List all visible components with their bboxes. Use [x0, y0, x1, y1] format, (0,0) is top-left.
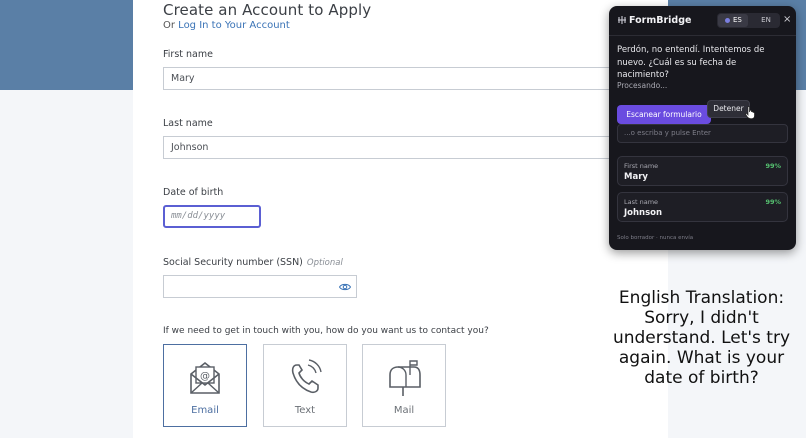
- page-background-left: [0, 90, 133, 438]
- contact-question: If we need to get in touch with you, how…: [163, 326, 489, 336]
- page-title: Create an Account to Apply: [163, 1, 372, 19]
- contact-option-text[interactable]: Text: [263, 344, 347, 427]
- last-name-input[interactable]: Johnson: [163, 136, 623, 159]
- login-link[interactable]: Log In to Your Account: [178, 20, 290, 31]
- language-en-button[interactable]: EN: [755, 14, 777, 27]
- detected-field-card: First name Mary 99%: [617, 156, 788, 186]
- first-name-input[interactable]: Mary: [163, 67, 623, 90]
- formbridge-logo-icon: [618, 16, 626, 24]
- detected-field-value: Mary: [624, 172, 648, 182]
- contact-option-label: Text: [294, 405, 316, 416]
- contact-option-email[interactable]: @ Email: [163, 344, 247, 427]
- detected-field-label: Last name: [624, 198, 659, 206]
- contact-option-label: Email: [191, 405, 219, 416]
- status-text: Procesando...: [617, 81, 668, 90]
- confidence-badge: 99%: [765, 162, 781, 170]
- detected-field-card: Last name Johnson 99%: [617, 192, 788, 222]
- formbridge-title: FormBridge: [629, 15, 692, 26]
- assistant-message: Perdón, no entendí. Intentemos de nuevo.…: [617, 45, 765, 80]
- hand-cursor-icon: [745, 106, 755, 119]
- ssn-input[interactable]: [163, 275, 357, 298]
- confidence-badge: 99%: [765, 198, 781, 206]
- stop-button[interactable]: Detener: [707, 100, 750, 118]
- background-band-left: [0, 0, 133, 90]
- contact-option-mail[interactable]: Mail: [362, 344, 446, 427]
- language-toggle: ES EN: [717, 13, 780, 28]
- optional-tag: Optional: [306, 258, 343, 268]
- ssn-label-text: Social Security number (SSN): [163, 257, 303, 268]
- last-name-label: Last name: [163, 118, 213, 129]
- eye-icon[interactable]: [339, 281, 351, 293]
- panel-footer: Solo borrador · nunca envía: [617, 235, 694, 241]
- formbridge-panel: FormBridge ES EN × Perdón, no entendí. I…: [609, 6, 796, 250]
- close-icon[interactable]: ×: [783, 14, 791, 25]
- language-es-button[interactable]: ES: [718, 14, 748, 27]
- login-line: Or Log In to Your Account: [163, 20, 290, 31]
- first-name-label: First name: [163, 49, 213, 60]
- svg-text:@: @: [200, 371, 210, 382]
- scan-form-button[interactable]: Escanear formulario: [617, 105, 711, 124]
- dob-input[interactable]: mm/dd/yyyy: [163, 205, 261, 228]
- message-input[interactable]: ...o escriba y pulse Enter: [617, 124, 788, 143]
- contact-option-label: Mail: [393, 405, 415, 416]
- login-prefix: Or: [163, 20, 179, 31]
- mailbox-icon: [389, 360, 421, 396]
- ssn-label: Social Security number (SSN) Optional: [163, 257, 343, 268]
- dob-label: Date of birth: [163, 187, 224, 198]
- phone-icon: [291, 359, 322, 394]
- email-icon: @: [190, 361, 220, 394]
- translation-caption: English Translation: Sorry, I didn't und…: [612, 288, 791, 388]
- detected-field-value: Johnson: [624, 208, 663, 218]
- formbridge-header: FormBridge ES EN ×: [609, 6, 796, 36]
- detected-field-label: First name: [624, 162, 659, 170]
